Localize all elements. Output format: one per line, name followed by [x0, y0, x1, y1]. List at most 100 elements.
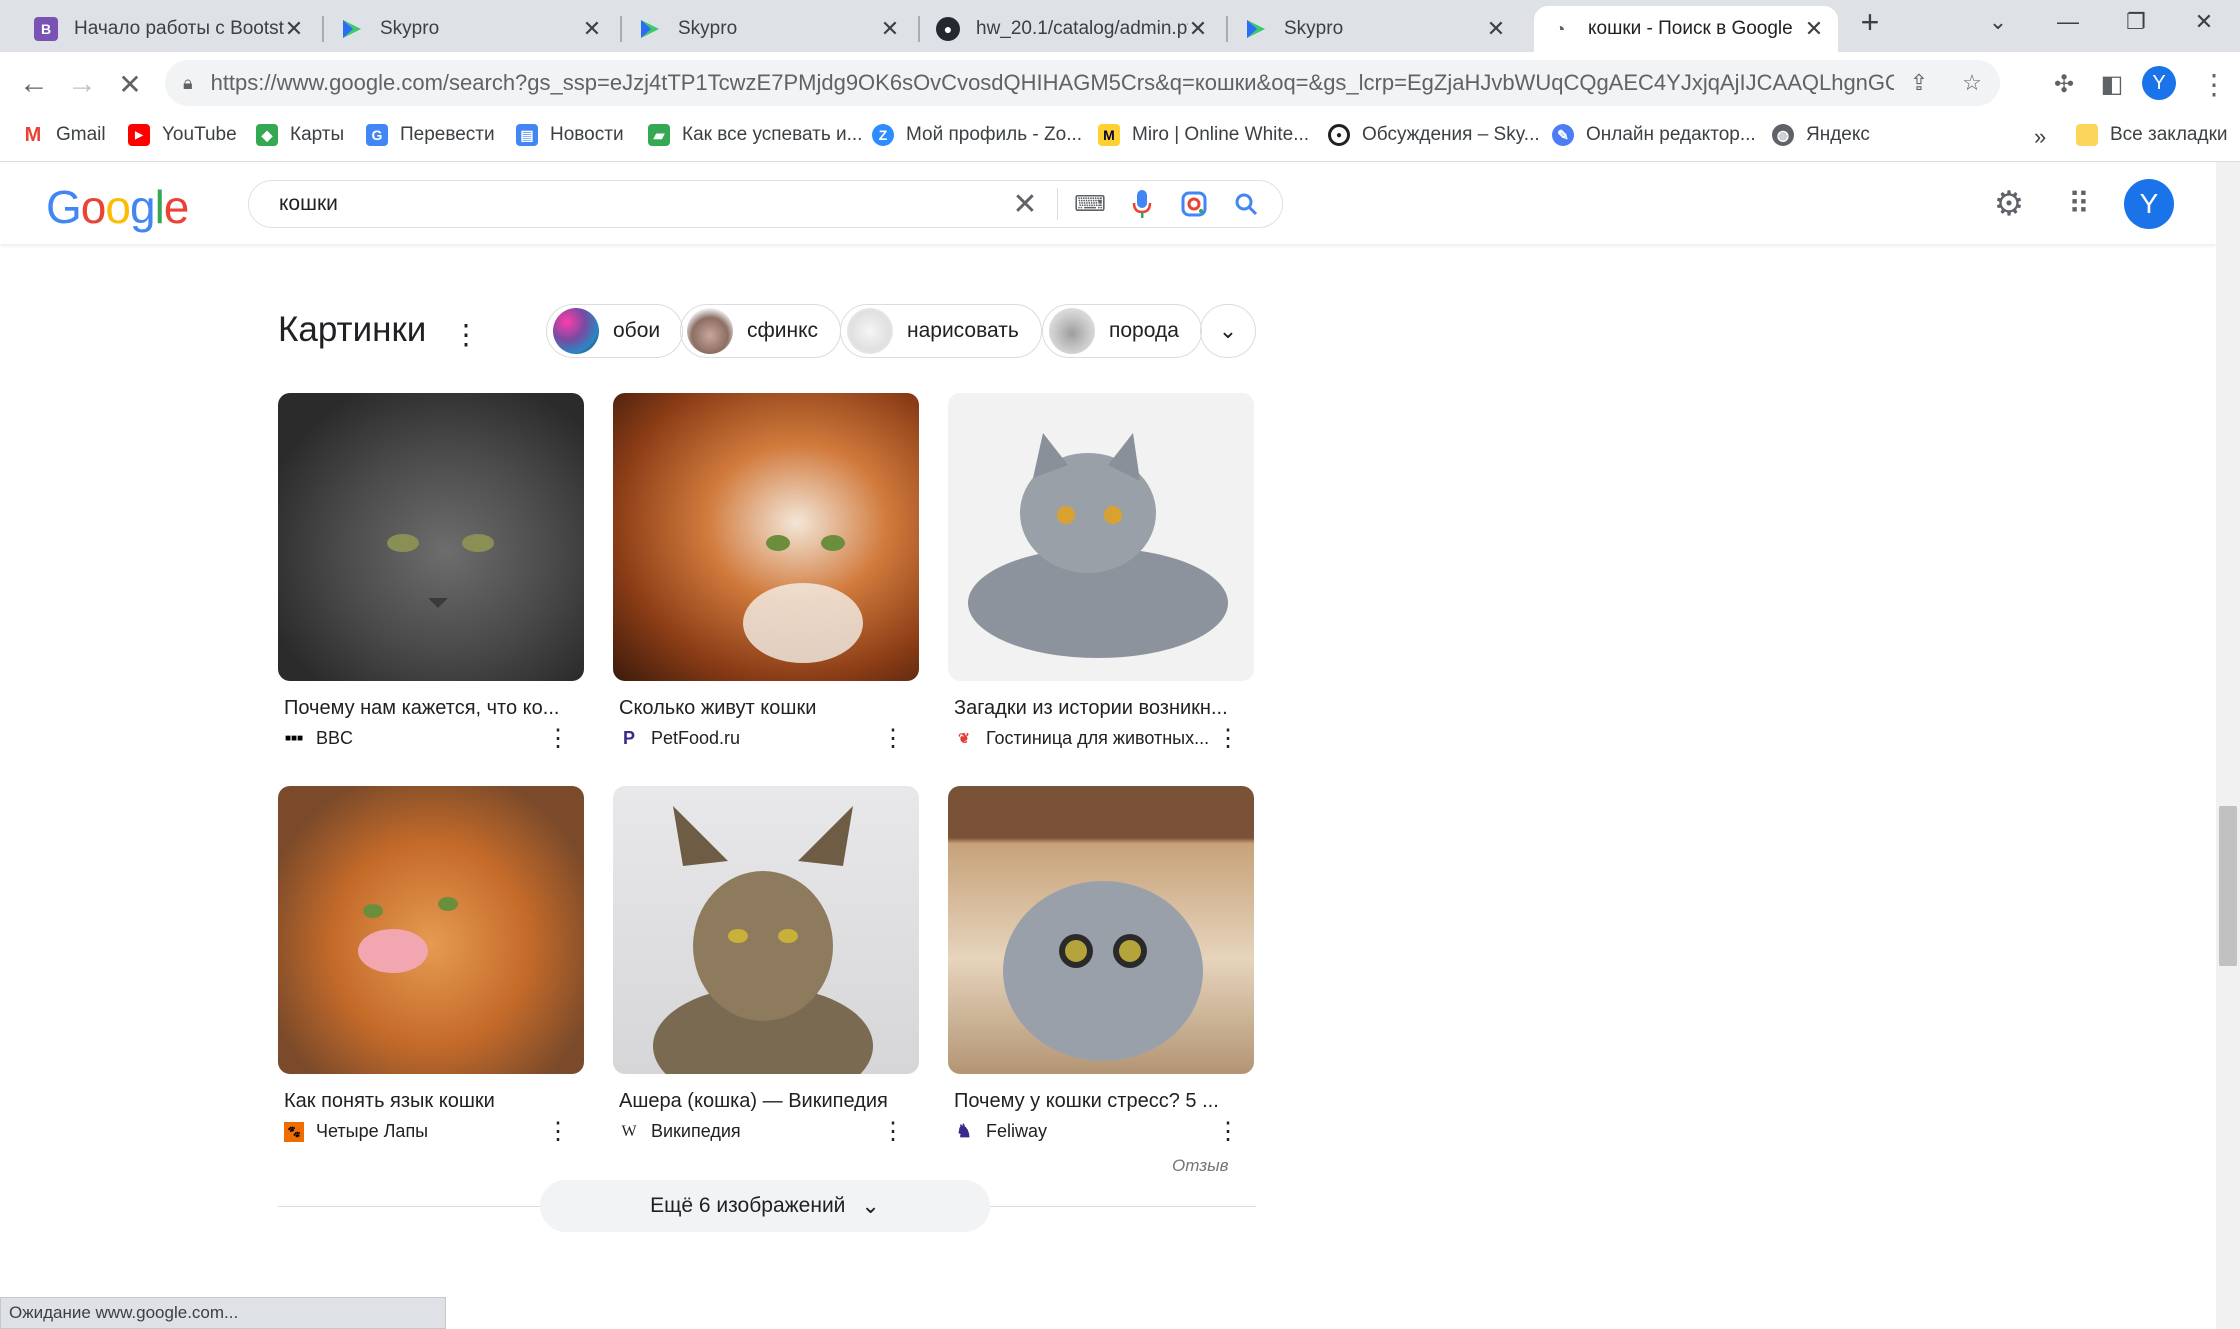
more-options-icon[interactable]: ⋮ — [881, 1117, 905, 1146]
tab-search-button[interactable]: ⌄ — [1966, 0, 2030, 44]
chevron-down-icon[interactable]: ⌄ — [1200, 304, 1256, 358]
tab-title: Skypro — [678, 18, 738, 39]
tab-strip: B Начало работы с Bootstrap ✕ Skypro ✕ S… — [0, 0, 2240, 52]
google-header: Google кошки ✕ ⌨ ⚙ ⠿ Y — [0, 162, 2216, 244]
close-icon[interactable]: ✕ — [880, 16, 900, 42]
cat-image[interactable] — [948, 393, 1254, 681]
settings-gear-icon[interactable]: ⚙ — [1985, 180, 2033, 228]
new-tab-button[interactable]: + — [1838, 0, 1902, 44]
result-title[interactable]: Сколько живут кошки — [619, 697, 909, 720]
address-bar[interactable]: 🔒︎ https://www.google.com/search?gs_ssp=… — [165, 60, 2000, 106]
feedback-link[interactable]: Отзыв — [1172, 1156, 1228, 1176]
result-source[interactable]: ♞ Feliway ⋮ — [954, 1118, 1254, 1145]
menu-icon[interactable]: ⋮ — [2196, 66, 2232, 102]
side-panel-icon[interactable]: ◧ — [2094, 66, 2130, 102]
result-title[interactable]: Как понять язык кошки — [284, 1090, 574, 1113]
result-source[interactable]: P PetFood.ru ⋮ — [619, 725, 919, 752]
more-options-icon[interactable]: ⋮ — [1216, 1117, 1240, 1146]
result-source[interactable]: ■■■ BBC ⋮ — [284, 725, 584, 752]
cat-image[interactable] — [948, 786, 1254, 1074]
image-result[interactable]: Ашера (кошка) — Википедия W Википедия ⋮ — [613, 786, 919, 1145]
bookmark-yandex[interactable]: ◍ Яндекс — [1772, 124, 1870, 146]
voice-search-icon[interactable] — [1116, 184, 1168, 224]
search-input[interactable]: кошки — [279, 192, 999, 216]
miro-icon: M — [1098, 124, 1120, 146]
result-title[interactable]: Загадки из истории возникн... — [954, 697, 1244, 720]
share-icon[interactable]: ⇪ — [1894, 70, 1944, 96]
keyboard-icon[interactable]: ⌨ — [1064, 184, 1116, 224]
cat-image[interactable] — [613, 393, 919, 681]
close-icon[interactable]: ✕ — [1486, 16, 1506, 42]
more-options-icon[interactable]: ⋮ — [1216, 724, 1240, 753]
google-apps-icon[interactable]: ⠿ — [2055, 180, 2103, 228]
lock-icon[interactable]: 🔒︎ — [183, 73, 193, 94]
google-logo[interactable]: Google — [46, 180, 189, 234]
tab-google-search[interactable]: ◔ кошки - Поиск в Google ✕ — [1534, 6, 1838, 52]
image-result[interactable]: Сколько живут кошки P PetFood.ru ⋮ — [613, 393, 919, 752]
image-result[interactable]: Как понять язык кошки 🐾︎ Четыре Лапы ⋮ — [278, 786, 584, 1145]
search-icon[interactable] — [1220, 184, 1272, 224]
result-source[interactable]: W Википедия ⋮ — [619, 1118, 919, 1145]
result-source[interactable]: ❦ Гостиница для животных... ⋮ — [954, 725, 1254, 752]
cat-image[interactable] — [278, 786, 584, 1074]
lens-search-icon[interactable] — [1168, 184, 1220, 224]
bookmark-gmail[interactable]: M Gmail — [22, 124, 106, 146]
more-options-icon[interactable]: ⋮ — [881, 724, 905, 753]
bookmark-translate[interactable]: G Перевести — [366, 124, 495, 146]
chip-sphynx[interactable]: сфинкс — [680, 304, 842, 358]
chip-breed[interactable]: порода — [1042, 304, 1202, 358]
more-images-button[interactable]: Ещё 6 изображений ⌄ — [540, 1180, 990, 1232]
close-window-button[interactable]: ✕ — [2172, 0, 2236, 44]
bookmarks-overflow-button[interactable]: » — [2034, 124, 2046, 150]
cat-image[interactable] — [613, 786, 919, 1074]
bookmark-discussions[interactable]: ● Обсуждения – Sky... — [1328, 124, 1540, 146]
close-icon[interactable]: ✕ — [284, 16, 304, 42]
tab-github[interactable]: ● hw_20.1/catalog/admin.py ✕ — [922, 6, 1222, 52]
profile-avatar[interactable]: Y — [2142, 66, 2176, 100]
clear-search-icon[interactable]: ✕ — [999, 184, 1051, 224]
bookmark-online-editor[interactable]: ✎ Онлайн редактор... — [1552, 124, 1756, 146]
cat-image[interactable] — [278, 393, 584, 681]
close-icon[interactable]: ✕ — [582, 16, 602, 42]
more-options-icon[interactable]: ⋮ — [452, 318, 480, 352]
google-account-avatar[interactable]: Y — [2124, 179, 2174, 229]
restore-button[interactable]: ❐ — [2104, 0, 2168, 44]
tab-skypro[interactable]: Skypro ✕ — [624, 6, 914, 52]
image-result[interactable]: Почему у кошки стресс? 5 ... ♞ Feliway ⋮ — [948, 786, 1254, 1145]
search-box[interactable]: кошки ✕ ⌨ — [248, 180, 1283, 228]
tab-bootstrap[interactable]: B Начало работы с Bootstrap ✕ — [20, 6, 318, 52]
close-icon[interactable]: ✕ — [1188, 16, 1208, 42]
tab-skypro[interactable]: Skypro ✕ — [1230, 6, 1520, 52]
stop-loading-button[interactable]: ✕ — [108, 62, 152, 106]
bookmark-youtube[interactable]: ▶ YouTube — [128, 124, 237, 146]
gmail-icon: M — [24, 123, 42, 146]
bookmark-zoom-profile[interactable]: Z Мой профиль - Zo... — [872, 124, 1082, 146]
image-result[interactable]: Почему нам кажется, что ко... ■■■ BBC ⋮ — [278, 393, 584, 752]
scrollbar-thumb[interactable] — [2219, 806, 2237, 966]
bookmark-maps[interactable]: ◆ Карты — [256, 124, 344, 146]
bookmark-miro[interactable]: M Miro | Online White... — [1098, 124, 1309, 146]
petfood-icon: P — [622, 728, 635, 748]
star-icon[interactable]: ☆ — [1944, 70, 2000, 96]
bookmark-productivity[interactable]: ▰ Как все успевать и... — [648, 124, 862, 146]
tab-title: Начало работы с Bootstrap — [74, 18, 284, 39]
image-result[interactable]: Загадки из истории возникн... ❦ Гостиниц… — [948, 393, 1254, 752]
result-title[interactable]: Ашера (кошка) — Википедия — [619, 1090, 909, 1113]
minimize-button[interactable]: — — [2036, 0, 2100, 44]
more-options-icon[interactable]: ⋮ — [546, 724, 570, 753]
result-title[interactable]: Почему у кошки стресс? 5 ... — [954, 1090, 1244, 1113]
tab-separator — [620, 16, 622, 42]
forward-button[interactable]: → — [60, 62, 104, 106]
bookmark-news[interactable]: ▤ Новости — [516, 124, 624, 146]
extensions-icon[interactable]: ✣ — [2046, 66, 2082, 102]
chip-wallpaper[interactable]: обои — [546, 304, 684, 358]
close-icon[interactable]: ✕ — [1804, 16, 1824, 42]
chip-draw[interactable]: нарисовать — [840, 304, 1042, 358]
bookmark-all-bookmarks[interactable]: Все закладки — [2076, 124, 2228, 146]
page-scrollbar[interactable] — [2216, 162, 2240, 1329]
result-title[interactable]: Почему нам кажется, что ко... — [284, 697, 574, 720]
back-button[interactable]: ← — [12, 62, 56, 106]
more-options-icon[interactable]: ⋮ — [546, 1117, 570, 1146]
tab-skypro[interactable]: Skypro ✕ — [326, 6, 616, 52]
result-source[interactable]: 🐾︎ Четыре Лапы ⋮ — [284, 1118, 584, 1145]
